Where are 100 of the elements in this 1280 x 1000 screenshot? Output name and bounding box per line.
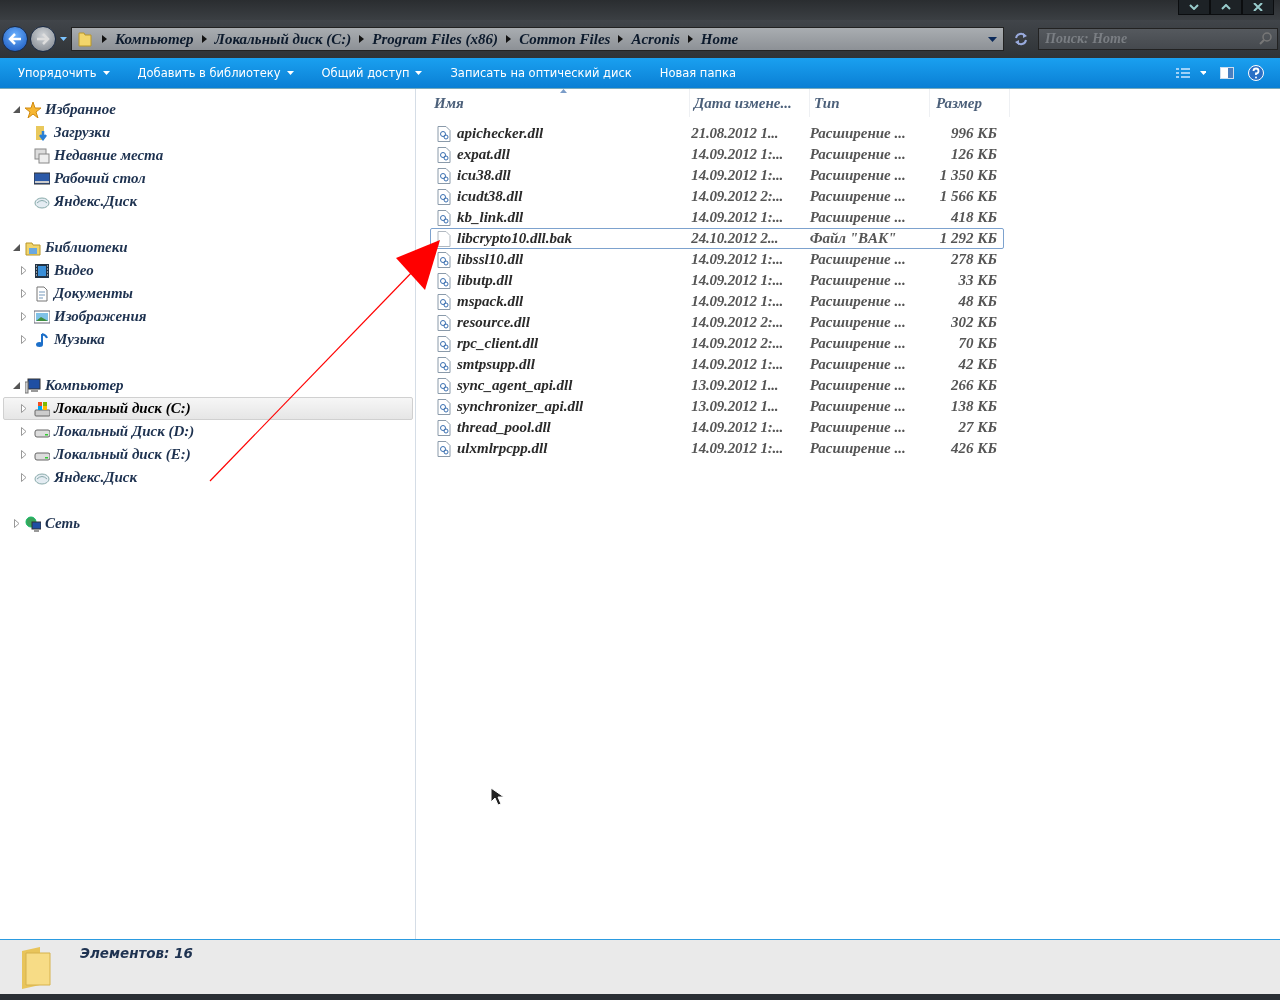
help-button[interactable]: [1246, 63, 1266, 83]
file-name[interactable]: apichecker.dll: [457, 125, 544, 142]
file-date: 14.09.2012 1:...: [690, 440, 785, 457]
file-name[interactable]: kb_link.dll: [457, 209, 524, 226]
expanded-arrow-icon[interactable]: [13, 382, 20, 389]
file-name[interactable]: rpc_client.dll: [457, 335, 539, 352]
file-name[interactable]: libcrypto10.dll.bak: [457, 230, 572, 247]
file-name[interactable]: thread_pool.dll: [457, 419, 551, 436]
file-name[interactable]: resource.dll: [457, 314, 530, 331]
nav-item[interactable]: Загрузки: [54, 124, 111, 141]
nav-item[interactable]: Сеть: [45, 515, 81, 532]
nav-item[interactable]: Локальный диск (E:): [54, 446, 191, 463]
collapsed-arrow-icon[interactable]: [20, 312, 27, 321]
file-name[interactable]: icu38.dll: [457, 167, 511, 184]
breadcrumb-link[interactable]: Acronis: [631, 30, 680, 48]
nav-item[interactable]: Недавние места: [54, 147, 164, 164]
file-size: 1 350 КБ: [938, 167, 998, 184]
nav-item[interactable]: Изображения: [54, 308, 147, 325]
expanded-arrow-icon[interactable]: [13, 106, 20, 113]
column-header[interactable]: Имя: [430, 89, 690, 117]
breadcrumb-separator-icon[interactable]: [102, 35, 107, 43]
collapsed-arrow-icon[interactable]: [20, 266, 27, 275]
close-button[interactable]: [1242, 0, 1274, 15]
nav-item[interactable]: Рабочий стол: [54, 170, 146, 187]
file-type: Расширение ...: [808, 167, 907, 184]
file-size: 42 КБ: [957, 356, 998, 373]
file-type: Расширение ...: [808, 356, 907, 373]
collapsed-arrow-icon[interactable]: [20, 427, 27, 436]
file-type: Расширение ...: [808, 188, 907, 205]
file-type: Расширение ...: [808, 314, 907, 331]
file-name[interactable]: icudt38.dll: [457, 188, 523, 205]
back-arrow-icon: [8, 33, 22, 45]
address-field[interactable]: Компьютер Локальный диск (C:) Program Files (x86) Common Files Acronis Home: [71, 27, 1004, 51]
file-name[interactable]: libssl10.dll: [457, 251, 524, 268]
focused-file-row[interactable]: libcrypto10.dll.bak 24.10.2012 2... Файл "BAK" 1 292 КБ: [430, 228, 1004, 249]
nav-item[interactable]: Музыка: [54, 331, 105, 348]
nav-item[interactable]: Документы: [54, 285, 133, 302]
file-date: 24.10.2012 2...: [690, 230, 780, 247]
nav-item[interactable]: Избранное: [45, 101, 116, 118]
breadcrumb-separator-icon[interactable]: [506, 35, 512, 43]
document-icon: [34, 285, 50, 302]
collapsed-arrow-icon[interactable]: [20, 289, 27, 298]
file-size: 27 КБ: [957, 419, 998, 436]
breadcrumb-separator-icon[interactable]: [687, 35, 693, 43]
maximize-button[interactable]: [1210, 0, 1242, 15]
collapsed-arrow-icon[interactable]: [20, 450, 27, 459]
file-date: 14.09.2012 1:...: [690, 167, 785, 184]
column-header[interactable]: Тип: [810, 89, 930, 117]
breadcrumb-link[interactable]: Common Files: [519, 30, 611, 48]
file-date: 14.09.2012 2:...: [690, 188, 785, 205]
collapsed-arrow-icon[interactable]: [20, 473, 27, 482]
file-type: Расширение ...: [808, 440, 907, 457]
file-name[interactable]: smtpsupp.dll: [457, 356, 535, 373]
breadcrumb-separator-icon[interactable]: [201, 35, 207, 43]
breadcrumb-separator-icon[interactable]: [618, 35, 624, 43]
breadcrumb-link[interactable]: Home: [700, 30, 739, 48]
chevron-up-icon: [1221, 4, 1231, 10]
breadcrumb-link[interactable]: Компьютер: [115, 30, 194, 48]
file-size: 266 КБ: [950, 377, 998, 394]
breadcrumb-separator-icon[interactable]: [359, 35, 365, 43]
breadcrumb-link[interactable]: Локальный диск (C:): [214, 30, 352, 48]
back-button[interactable]: [2, 26, 28, 52]
file-name[interactable]: synchronizer_api.dll: [457, 398, 584, 415]
file-name[interactable]: libutp.dll: [457, 272, 513, 289]
file-name[interactable]: mspack.dll: [457, 293, 524, 310]
nav-item[interactable]: Яндекс.Диск: [54, 469, 138, 486]
file-name[interactable]: expat.dll: [457, 146, 510, 163]
history-dropdown-icon[interactable]: [60, 37, 67, 41]
breadcrumb-link[interactable]: Program Files (x86): [372, 30, 499, 48]
nav-item[interactable]: Компьютер: [45, 377, 124, 394]
file-name[interactable]: ulxmlrpcpp.dll: [457, 440, 548, 457]
collapsed-arrow-icon[interactable]: [20, 335, 27, 344]
file-name[interactable]: sync_agent_api.dll: [457, 377, 573, 394]
file-date: 14.09.2012 1:...: [690, 272, 785, 289]
desktop-icon: [34, 170, 50, 187]
address-dropdown-icon[interactable]: [988, 36, 997, 42]
file-size: 418 КБ: [950, 209, 998, 226]
nav-item[interactable]: Яндекс.Диск: [54, 193, 138, 210]
dll-file-icon: [437, 314, 451, 331]
refresh-icon[interactable]: [1012, 30, 1030, 48]
dll-file-icon: [437, 209, 451, 226]
collapsed-arrow-icon[interactable]: [13, 519, 20, 528]
view-options-button[interactable]: [1174, 66, 1208, 80]
collapsed-arrow-icon[interactable]: [20, 404, 27, 413]
expanded-arrow-icon[interactable]: [13, 244, 20, 251]
file-type: Расширение ...: [808, 377, 907, 394]
file-size: 426 КБ: [950, 440, 998, 457]
forward-button[interactable]: [30, 26, 56, 52]
nav-item[interactable]: Видео: [54, 262, 94, 279]
column-header[interactable]: Дата измене...: [690, 89, 810, 117]
selected-nav-item[interactable]: Локальный диск (C:): [3, 397, 413, 420]
close-icon: [1253, 3, 1263, 11]
column-header[interactable]: Размер: [930, 89, 1010, 117]
minimize-button[interactable]: [1178, 0, 1210, 15]
preview-pane-button[interactable]: [1218, 65, 1236, 81]
dll-file-icon: [437, 293, 451, 310]
nav-item[interactable]: Локальный Диск (D:): [54, 423, 195, 440]
file-date: 13.09.2012 1...: [690, 398, 780, 415]
nav-item[interactable]: Библиотеки: [45, 239, 128, 256]
dll-file-icon: [437, 272, 451, 289]
